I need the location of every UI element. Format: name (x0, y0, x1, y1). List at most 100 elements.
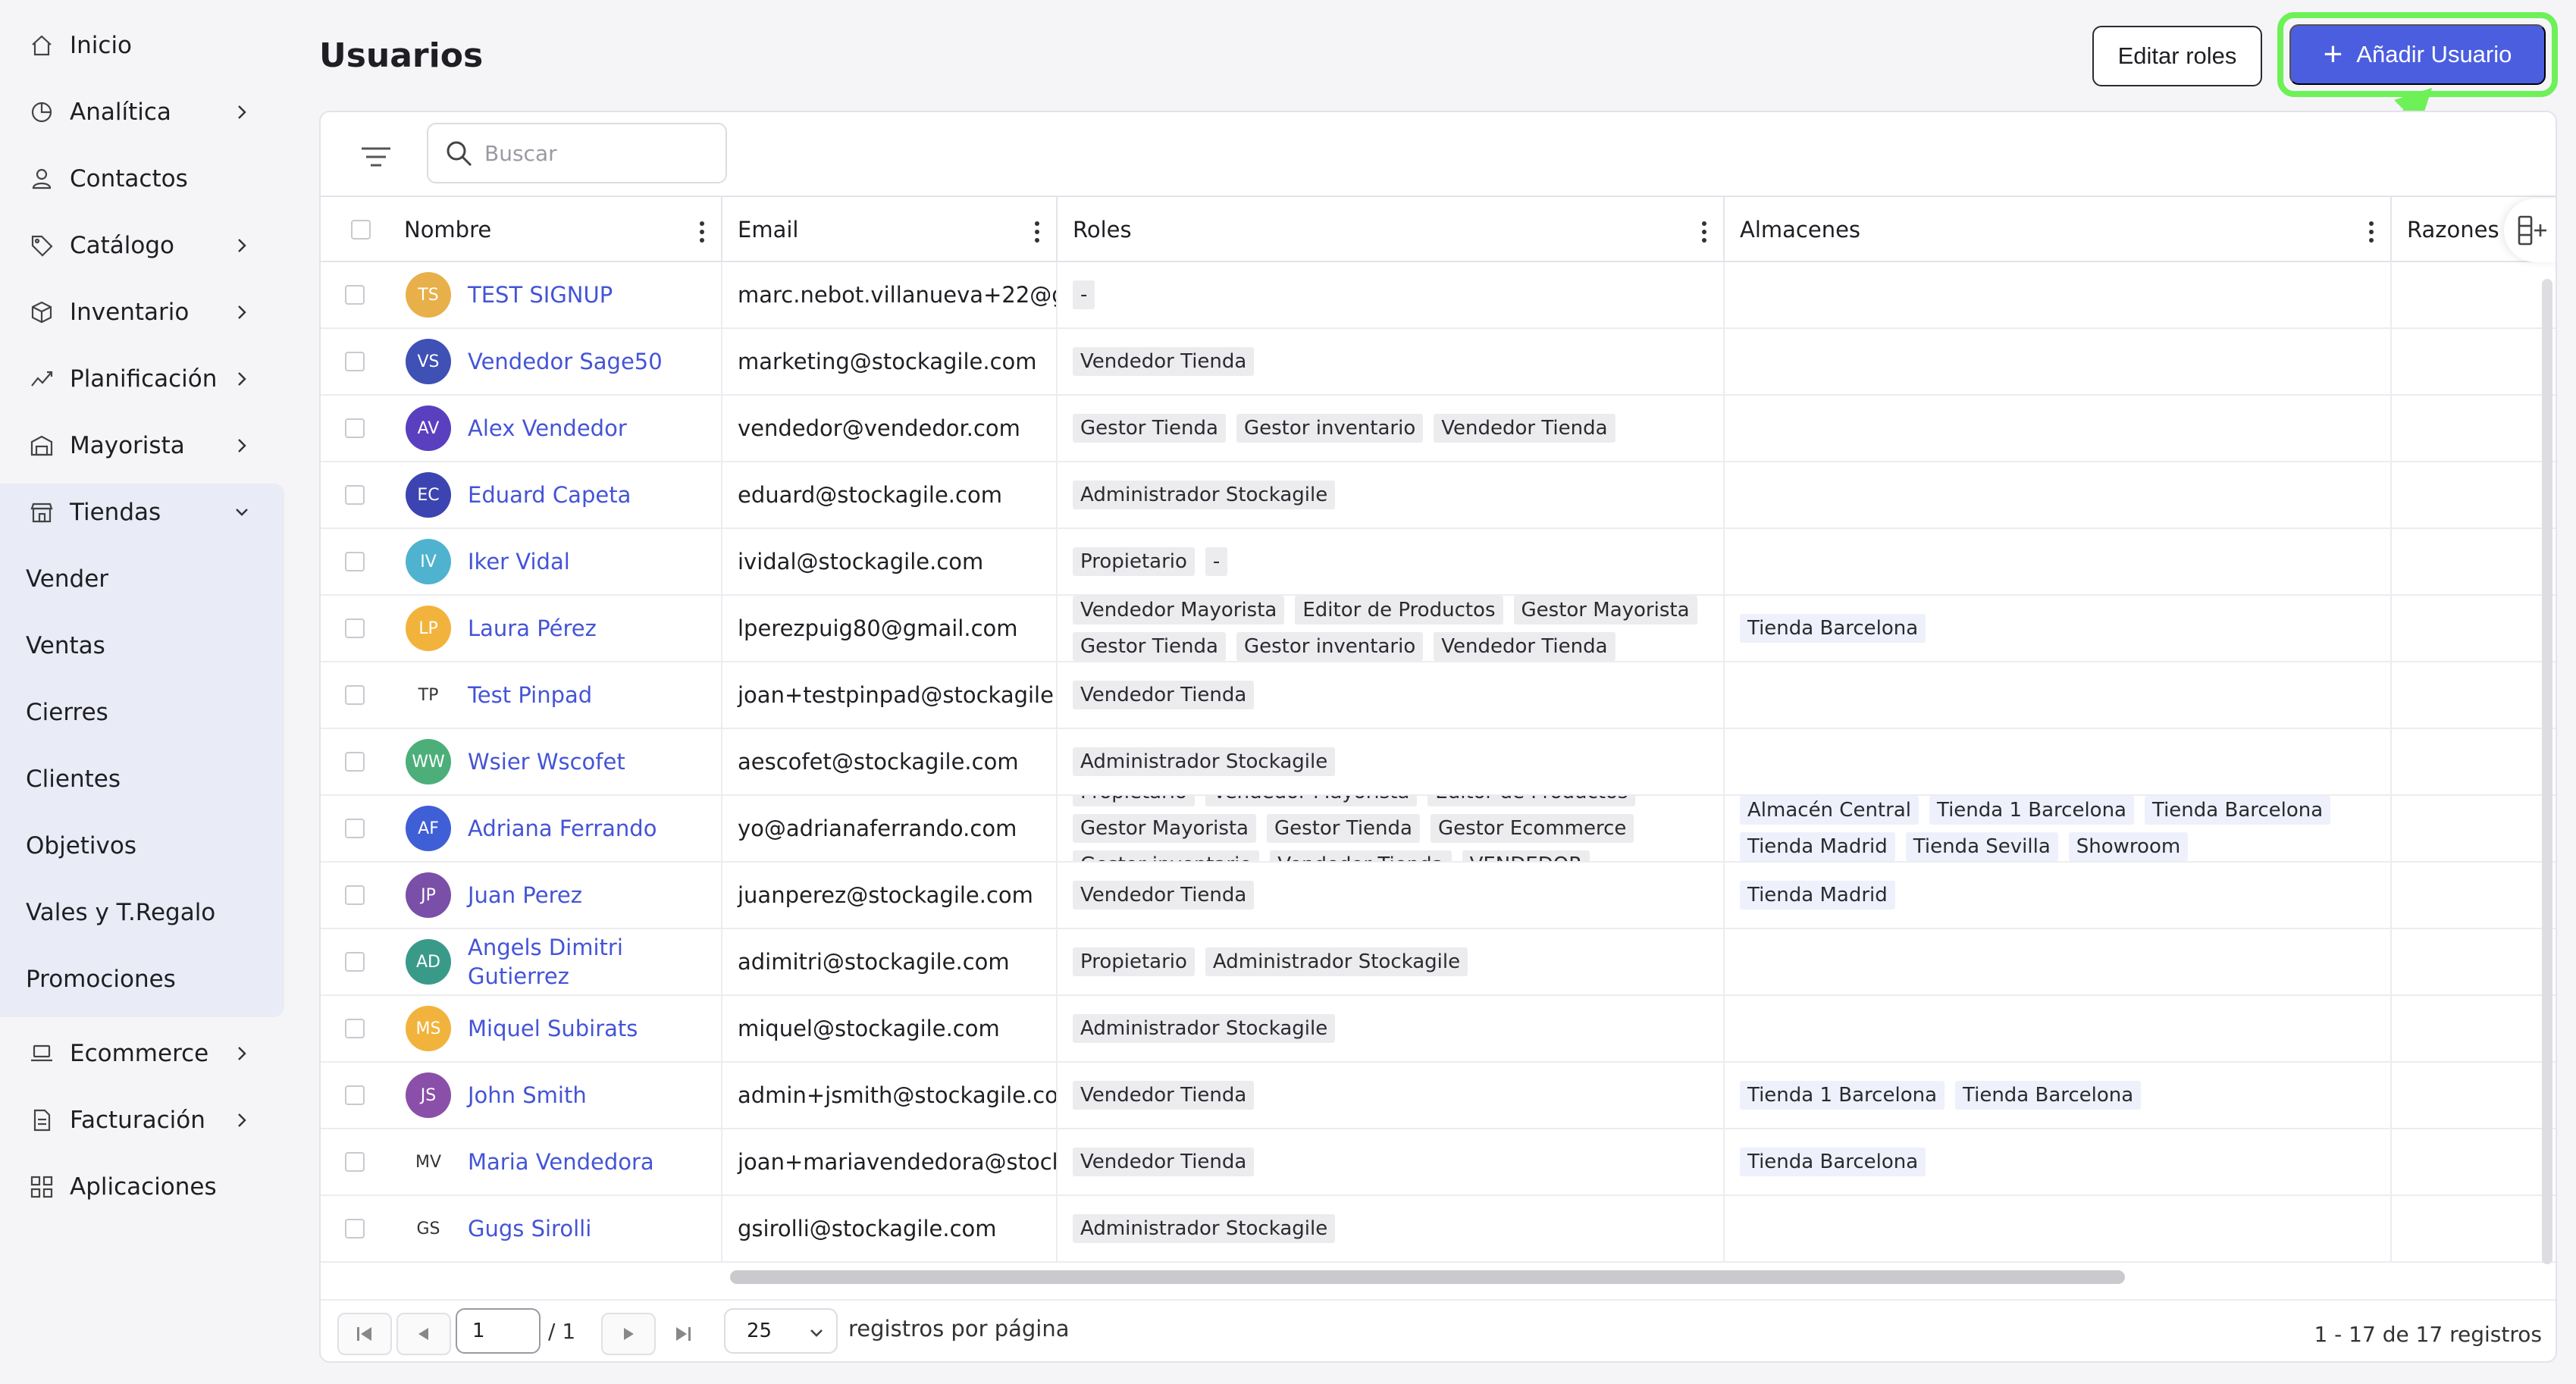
table-row[interactable]: AD Angels Dimitri Gutierrez adimitri@stock… (321, 929, 2556, 996)
roles-cell: Vendedor Mayorista Editor de Productos Ges… (1058, 596, 1725, 661)
row-checkbox[interactable] (345, 552, 365, 571)
row-select-cell (321, 529, 389, 594)
table-row[interactable]: TP Test Pinpad joan+testpinpad@stockagile.… (321, 662, 2556, 729)
row-checkbox[interactable] (345, 1085, 365, 1105)
row-checkbox[interactable] (345, 885, 365, 905)
user-name-link[interactable]: Vendedor Sage50 (468, 347, 663, 376)
chevron-right-icon (230, 100, 254, 124)
user-name-link[interactable]: TEST SIGNUP (468, 280, 613, 309)
avatar: MS (406, 1006, 451, 1051)
row-checkbox[interactable] (345, 285, 365, 305)
edit-roles-button[interactable]: Editar roles (2092, 26, 2262, 86)
user-name-link[interactable]: Adriana Ferrando (468, 814, 657, 843)
table-row[interactable]: GS Gugs Sirolli gsirolli@stockagile.com Adm… (321, 1196, 2556, 1263)
sidebar-item-label: Aplicaciones (70, 1173, 217, 1201)
sidebar-item-label: Ecommerce (70, 1040, 209, 1067)
sidebar-item-mayorista[interactable]: Mayorista (0, 415, 284, 476)
search-input[interactable] (484, 140, 712, 166)
user-name-link[interactable]: Maria Vendedora (468, 1148, 654, 1176)
user-name-link[interactable]: Gugs Sirolli (468, 1214, 591, 1243)
sidebar-item-inicio[interactable]: Inicio (0, 15, 284, 76)
select-all-checkbox[interactable] (351, 220, 371, 240)
user-name-link[interactable]: Eduard Capeta (468, 481, 631, 509)
table-row[interactable]: AV Alex Vendedor vendedor@vendedor.com Gest… (321, 396, 2556, 462)
sidebar-item-contactos[interactable]: Contactos (0, 149, 284, 209)
filter-icon[interactable] (357, 138, 395, 176)
row-checkbox[interactable] (345, 752, 365, 772)
column-header-email[interactable]: Email (722, 197, 1058, 262)
sidebar-item-tiendas[interactable]: Tiendas (0, 482, 284, 543)
user-name-link[interactable]: Wsier Wscofet (468, 747, 625, 776)
row-checkbox[interactable] (345, 1019, 365, 1038)
horizontal-scrollbar[interactable] (730, 1270, 2125, 1284)
sidebar-subitem[interactable]: Promociones (26, 949, 268, 1010)
roles-cell: Propietario Administrador Stockagile (1058, 929, 1725, 994)
sidebar-subitem[interactable]: Cierres (26, 682, 268, 743)
search-box[interactable] (427, 123, 727, 183)
table-row[interactable]: JS John Smith admin+jsmith@stockagile.com V… (321, 1063, 2556, 1129)
user-name-link[interactable]: Test Pinpad (468, 681, 592, 709)
row-checkbox[interactable] (345, 618, 365, 638)
sidebar-item-label: Planificación (70, 365, 218, 393)
user-name-link[interactable]: Miquel Subirats (468, 1014, 638, 1043)
column-header-nombre[interactable]: Nombre (389, 197, 722, 262)
sidebar-item-inventario[interactable]: Inventario (0, 282, 284, 343)
sidebar-subitem[interactable]: Ventas (26, 615, 268, 676)
column-header-almacenes[interactable]: Almacenes (1725, 197, 2392, 262)
sidebar-item-facturacin[interactable]: Facturación (0, 1090, 284, 1151)
role-tag: Vendedor Tienda (1434, 414, 1615, 443)
first-page-button[interactable] (337, 1313, 392, 1355)
sidebar-subitem[interactable]: Vales y T.Regalo (26, 882, 268, 943)
sidebar-item-analtica[interactable]: Analítica (0, 82, 284, 142)
page-size-value: 25 (747, 1320, 772, 1342)
sidebar-subitem[interactable]: Objetivos (26, 816, 268, 876)
sidebar-subitem[interactable]: Clientes (26, 749, 268, 809)
row-checkbox[interactable] (345, 1219, 365, 1238)
table-row[interactable]: IV Iker Vidal ividal@stockagile.com Propiet… (321, 529, 2556, 596)
next-page-button[interactable] (601, 1313, 656, 1355)
app-root: Inicio Analítica Contactos Catálogo Inventar… (0, 0, 2576, 1384)
column-menu-icon[interactable] (2369, 221, 2375, 243)
roles-cell: Administrador Stockagile (1058, 462, 1725, 528)
row-checkbox[interactable] (345, 1152, 365, 1172)
row-checkbox[interactable] (345, 418, 365, 438)
page-size-select[interactable]: 25 (724, 1308, 838, 1354)
table-row[interactable]: LP Laura Pérez lperezpuig80@gmail.com Vende… (321, 596, 2556, 662)
user-name-link[interactable]: Alex Vendedor (468, 414, 627, 443)
sidebar-item-aplicaciones[interactable]: Aplicaciones (0, 1157, 284, 1217)
row-checkbox[interactable] (345, 485, 365, 505)
role-tag: Gestor Mayorista (1073, 814, 1256, 843)
row-checkbox[interactable] (345, 685, 365, 705)
table-row[interactable]: EC Eduard Capeta eduard@stockagile.com Admi… (321, 462, 2556, 529)
column-header-roles[interactable]: Roles (1058, 197, 1725, 262)
column-menu-icon[interactable] (1702, 221, 1708, 243)
table-row[interactable]: MS Miquel Subirats miquel@stockagile.com Ad… (321, 996, 2556, 1063)
table-row[interactable]: TS TEST SIGNUP marc.nebot.villanueva+22@gm… (321, 262, 2556, 329)
almacenes-cell: Tienda Madrid (1725, 863, 2392, 928)
column-menu-icon[interactable] (1035, 221, 1041, 243)
table-row[interactable]: MV Maria Vendedora joan+mariavendedora@sto… (321, 1129, 2556, 1196)
sidebar-item-ecommerce[interactable]: Ecommerce (0, 1023, 284, 1084)
sidebar-item-planificacin[interactable]: Planificación (0, 349, 284, 409)
user-name-link[interactable]: Iker Vidal (468, 547, 570, 576)
vertical-scrollbar[interactable] (2542, 279, 2552, 1264)
previous-page-button[interactable] (396, 1313, 451, 1355)
column-menu-icon[interactable] (700, 221, 706, 243)
sidebar-item-catlogo[interactable]: Catálogo (0, 215, 284, 276)
table-row[interactable]: WW Wsier Wscofet aescofet@stockagile.com Ad… (321, 729, 2556, 796)
table-row[interactable]: JP Juan Perez juanperez@stockagile.com Vend… (321, 863, 2556, 929)
row-checkbox[interactable] (345, 952, 365, 972)
user-name-link[interactable]: Angels Dimitri Gutierrez (468, 933, 650, 991)
column-label-roles: Roles (1073, 217, 1132, 243)
page-number-input[interactable]: 1 (456, 1308, 541, 1354)
row-checkbox[interactable] (345, 819, 365, 838)
table-row[interactable]: AF Adriana Ferrando yo@adrianaferrando.com… (321, 796, 2556, 863)
table-row[interactable]: VS Vendedor Sage50 marketing@stockagile.co… (321, 329, 2556, 396)
add-user-button[interactable]: + Añadir Usuario (2289, 24, 2546, 85)
user-name-link[interactable]: Laura Pérez (468, 614, 597, 643)
last-page-button[interactable] (660, 1313, 706, 1355)
user-name-link[interactable]: John Smith (468, 1081, 587, 1110)
sidebar-subitem[interactable]: Vender (26, 549, 268, 609)
user-name-link[interactable]: Juan Perez (468, 881, 582, 910)
row-checkbox[interactable] (345, 352, 365, 371)
